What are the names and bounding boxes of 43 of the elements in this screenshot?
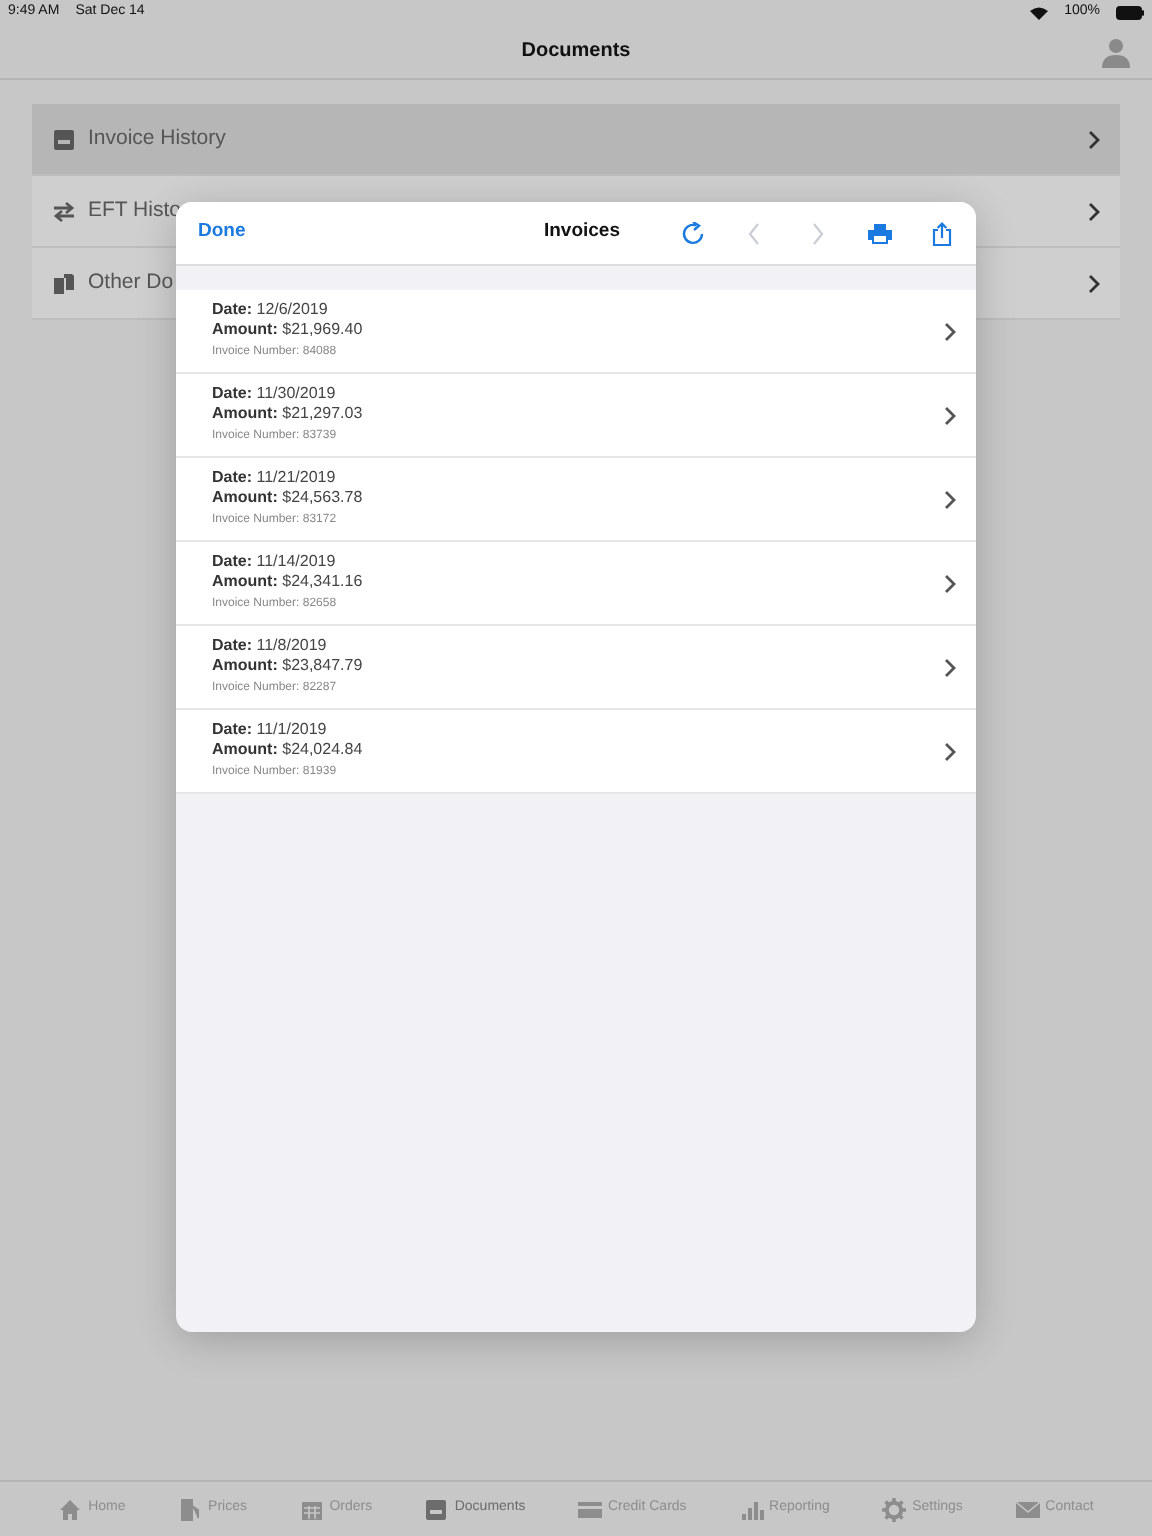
chevron-icon <box>1088 129 1100 149</box>
chevron-icon <box>1088 273 1100 293</box>
settings-icon <box>882 1497 907 1521</box>
transfer-icon <box>52 199 76 223</box>
invoice-date: Date: 11/21/2019 <box>212 467 338 489</box>
done-button[interactable]: Done <box>198 218 246 248</box>
invoice-amount: Amount: $24,563.78 <box>212 488 363 510</box>
battery-icon <box>1116 5 1144 19</box>
invoice-amount: Amount: $24,024.84 <box>212 740 363 762</box>
home-icon <box>58 1497 83 1521</box>
print-icon[interactable] <box>868 221 892 245</box>
invoice-date: Date: 11/14/2019 <box>212 551 338 573</box>
inbox-icon <box>52 127 76 151</box>
page-title: Documents <box>521 38 631 66</box>
envelope-icon <box>1015 1497 1040 1521</box>
calendar-icon <box>299 1497 324 1521</box>
chevron-icon <box>1088 201 1100 221</box>
wifi-icon <box>1030 5 1049 19</box>
chevron-icon <box>944 489 956 509</box>
chevron-icon <box>944 741 956 761</box>
invoice-date: Date: 11/1/2019 <box>212 719 329 741</box>
invoice-amount: Amount: $21,969.40 <box>212 320 363 342</box>
documents-icon <box>52 271 76 295</box>
share-icon[interactable] <box>930 221 954 245</box>
chevron-icon <box>944 657 956 677</box>
refresh-icon[interactable] <box>682 221 706 245</box>
chevron-icon <box>944 321 956 341</box>
menu-label: Invoice History <box>88 123 226 154</box>
invoice-date: Date: 11/8/2019 <box>212 635 329 657</box>
chevron-icon <box>944 405 956 425</box>
bar-chart-icon <box>739 1497 764 1521</box>
inbox-icon <box>424 1497 449 1521</box>
menu-label: Other Do <box>88 267 174 298</box>
chevron-icon <box>944 573 956 593</box>
invoice-date: Date: 11/30/2019 <box>212 383 338 405</box>
invoice-amount: Amount: $24,341.16 <box>212 572 363 594</box>
fuel-pump-icon <box>178 1497 203 1521</box>
menu-item[interactable]: Invoice History <box>32 104 1120 176</box>
invoice-amount: Amount: $23,847.79 <box>212 656 363 678</box>
modal-title: Invoices <box>543 218 620 247</box>
invoice-date: Date: 12/6/2019 <box>212 299 330 321</box>
invoice-amount: Amount: $21,297.03 <box>212 404 363 426</box>
credit-card-icon <box>578 1497 602 1521</box>
